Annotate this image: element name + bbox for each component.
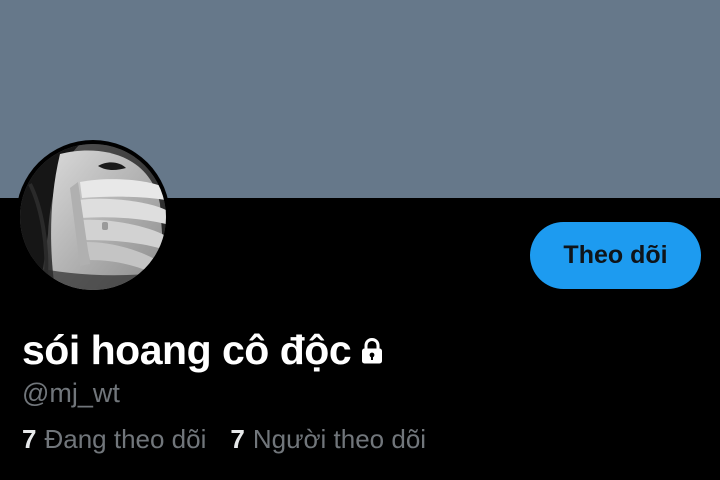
display-name: sói hoang cô độc [22, 326, 352, 373]
profile-stats: 7 Đang theo dõi 7 Người theo dõi [22, 424, 426, 455]
profile-page: Theo dõi sói hoang cô độc @mj_wt 7 Đang … [0, 0, 720, 480]
lock-icon [357, 336, 387, 366]
following-label: Đang theo dõi [44, 424, 207, 454]
avatar-image [20, 144, 166, 290]
follow-button[interactable]: Theo dõi [530, 222, 701, 289]
following-count: 7 [22, 424, 37, 454]
profile-avatar[interactable] [16, 140, 170, 294]
following-link[interactable]: 7 Đang theo dõi [22, 424, 206, 455]
followers-label: Người theo dõi [252, 424, 427, 454]
followers-count: 7 [230, 424, 245, 454]
profile-name-row: sói hoang cô độc [22, 322, 387, 378]
followers-link[interactable]: 7 Người theo dõi [230, 424, 426, 455]
profile-handle: @mj_wt [22, 378, 120, 408]
